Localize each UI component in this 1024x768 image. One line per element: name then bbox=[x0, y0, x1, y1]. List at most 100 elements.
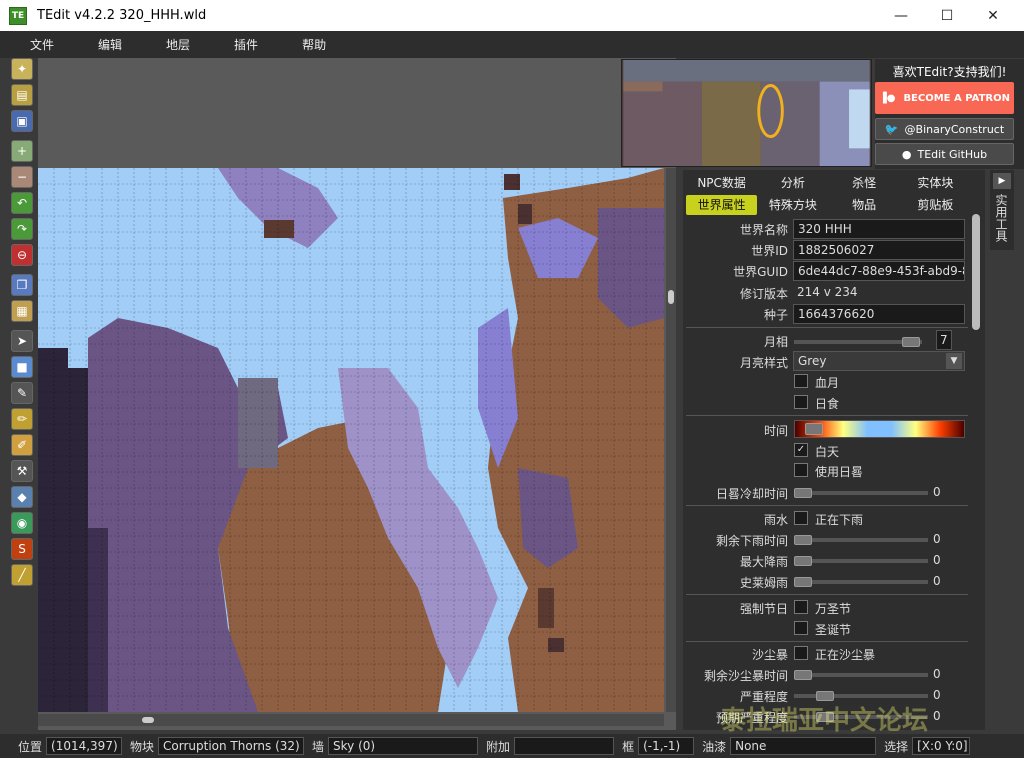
world-name-input[interactable]: 320 HHH bbox=[793, 219, 965, 239]
frame-label: 框 bbox=[622, 739, 635, 754]
close-button[interactable]: ✕ bbox=[970, 0, 1016, 31]
canvas-horizontal-scrollbar[interactable] bbox=[38, 714, 664, 726]
sundial-cooldown-slider[interactable] bbox=[794, 488, 928, 498]
copy-icon[interactable]: ❐ bbox=[11, 274, 33, 296]
paste-icon[interactable]: ▦ bbox=[11, 300, 33, 322]
patreon-icon: ▐● bbox=[879, 92, 896, 104]
max-rain-value: 0 bbox=[933, 553, 941, 567]
time-label: 时间 bbox=[763, 424, 788, 438]
sundial-cooldown-thumb[interactable] bbox=[794, 488, 812, 498]
moon-phase-value[interactable]: 7 bbox=[936, 330, 952, 350]
rain-time-thumb[interactable] bbox=[794, 535, 812, 545]
delete-icon[interactable]: ⊖ bbox=[11, 244, 33, 266]
sandstorm-time-slider[interactable] bbox=[794, 670, 928, 680]
point-icon[interactable]: ╱ bbox=[11, 564, 33, 586]
max-rain-slider[interactable] bbox=[794, 556, 928, 566]
moon-style-select[interactable]: Grey ▼ bbox=[793, 351, 965, 371]
vertical-scroll-thumb[interactable] bbox=[668, 290, 674, 304]
time-slider[interactable] bbox=[794, 420, 965, 438]
minimize-button[interactable]: — bbox=[878, 0, 924, 31]
tab-npc-data[interactable]: NPC数据 bbox=[686, 173, 757, 193]
utility-side-tab[interactable]: ▶ 实用工具 bbox=[990, 170, 1014, 250]
tool-bar: ✦ ▤ ▣ + − ↶ ↷ ⊖ ❐ ▦ ➤ ■ ✎ ✏ ✐ ⚒ ◆ ◉ S ╱ bbox=[9, 58, 35, 738]
maximize-button[interactable]: ☐ bbox=[924, 0, 970, 31]
eclipse-checkbox[interactable] bbox=[794, 395, 808, 409]
world-canvas[interactable] bbox=[38, 168, 664, 712]
chevron-down-icon[interactable]: ▼ bbox=[946, 353, 962, 369]
github-button[interactable]: ● TEdit GitHub bbox=[875, 143, 1014, 165]
blood-moon-label: 血月 bbox=[815, 376, 840, 390]
severity-thumb[interactable] bbox=[816, 691, 834, 701]
twitter-button[interactable]: 🐦 @BinaryConstruct bbox=[875, 118, 1014, 140]
slime-rain-thumb[interactable] bbox=[794, 577, 812, 587]
christmas-checkbox[interactable] bbox=[794, 621, 808, 635]
world-id-input[interactable]: 1882506027 bbox=[793, 240, 965, 260]
hammer-icon[interactable]: ⚒ bbox=[11, 460, 33, 482]
slime-rain-slider[interactable] bbox=[794, 577, 928, 587]
support-panel: 喜欢TEdit?支持我们! ▐● BECOME A PATRON 🐦 @Bina… bbox=[875, 59, 1024, 169]
time-thumb[interactable] bbox=[805, 423, 823, 435]
sprite-icon[interactable]: S bbox=[11, 538, 33, 560]
selection-icon[interactable]: ■ bbox=[11, 356, 33, 378]
arrow-icon[interactable]: ➤ bbox=[11, 330, 33, 352]
tab-kill-tally[interactable]: 杀怪 bbox=[829, 173, 900, 193]
menu-layers[interactable]: 地层 bbox=[166, 36, 190, 53]
extra-value bbox=[514, 737, 615, 755]
expand-arrow-icon[interactable]: ▶ bbox=[993, 173, 1011, 189]
zoom-in-icon[interactable]: + bbox=[11, 140, 33, 162]
raining-label: 正在下雨 bbox=[815, 513, 864, 527]
menu-help[interactable]: 帮助 bbox=[302, 36, 326, 53]
fill-bucket-icon[interactable]: ◆ bbox=[11, 486, 33, 508]
revision-label: 修订版本 bbox=[739, 287, 788, 301]
sundial-checkbox[interactable] bbox=[794, 463, 808, 477]
eclipse-label: 日食 bbox=[815, 397, 840, 411]
undo-icon[interactable]: ↶ bbox=[11, 192, 33, 214]
canvas-vertical-scrollbar[interactable] bbox=[666, 168, 676, 712]
tab-items[interactable]: 物品 bbox=[829, 195, 900, 215]
horizontal-scroll-thumb[interactable] bbox=[142, 717, 154, 723]
moon-phase-thumb[interactable] bbox=[902, 337, 920, 347]
panel-scrollbar[interactable] bbox=[972, 214, 980, 330]
zoom-out-icon[interactable]: − bbox=[11, 166, 33, 188]
wall-value: Sky (0) bbox=[328, 737, 479, 755]
divider bbox=[686, 415, 968, 416]
tab-analysis[interactable]: 分析 bbox=[757, 173, 828, 193]
brush-icon[interactable]: ✐ bbox=[11, 434, 33, 456]
world-guid-input[interactable]: 6de44dc7-88e9-453f-abd9-8 bbox=[793, 261, 965, 281]
seed-input[interactable]: 1664376620 bbox=[793, 304, 965, 324]
expected-severity-slider[interactable] bbox=[794, 712, 928, 722]
minimap[interactable] bbox=[621, 59, 872, 167]
menu-edit[interactable]: 编辑 bbox=[98, 36, 122, 53]
tab-clipboard[interactable]: 剪贴板 bbox=[900, 195, 971, 215]
halloween-checkbox[interactable] bbox=[794, 600, 808, 614]
daytime-label: 白天 bbox=[815, 445, 840, 459]
expected-severity-thumb[interactable] bbox=[816, 712, 834, 722]
sandstorm-checkbox[interactable] bbox=[794, 646, 808, 660]
max-rain-thumb[interactable] bbox=[794, 556, 812, 566]
world-guid-label: 世界GUID bbox=[733, 265, 788, 279]
become-patron-button[interactable]: ▐● BECOME A PATRON bbox=[875, 82, 1014, 114]
pencil-icon[interactable]: ✏ bbox=[11, 408, 33, 430]
raining-checkbox[interactable] bbox=[794, 511, 808, 525]
world-id-label: 世界ID bbox=[751, 244, 788, 258]
moon-phase-slider[interactable] bbox=[794, 337, 922, 347]
tab-tile-entities[interactable]: 实体块 bbox=[900, 173, 971, 193]
save-world-icon[interactable]: ▣ bbox=[11, 110, 33, 132]
daytime-checkbox[interactable]: ✓ bbox=[794, 443, 808, 457]
sandstorm-label: 沙尘暴 bbox=[751, 648, 788, 662]
rain-time-slider[interactable] bbox=[794, 535, 928, 545]
new-world-icon[interactable]: ✦ bbox=[11, 58, 33, 80]
picker-icon[interactable]: ✎ bbox=[11, 382, 33, 404]
blood-moon-checkbox[interactable] bbox=[794, 374, 808, 388]
tab-special-tiles[interactable]: 特殊方块 bbox=[757, 195, 828, 215]
morph-icon[interactable]: ◉ bbox=[11, 512, 33, 534]
menu-file[interactable]: 文件 bbox=[30, 36, 54, 53]
tab-row-1: NPC数据 分析 杀怪 实体块 bbox=[686, 173, 971, 193]
open-world-icon[interactable]: ▤ bbox=[11, 84, 33, 106]
tab-world-properties[interactable]: 世界属性 bbox=[686, 195, 758, 215]
menu-plugins[interactable]: 插件 bbox=[234, 36, 258, 53]
sandstorm-time-thumb[interactable] bbox=[794, 670, 812, 680]
moon-style-value: Grey bbox=[798, 354, 827, 368]
redo-icon[interactable]: ↷ bbox=[11, 218, 33, 240]
severity-slider[interactable] bbox=[794, 691, 928, 701]
